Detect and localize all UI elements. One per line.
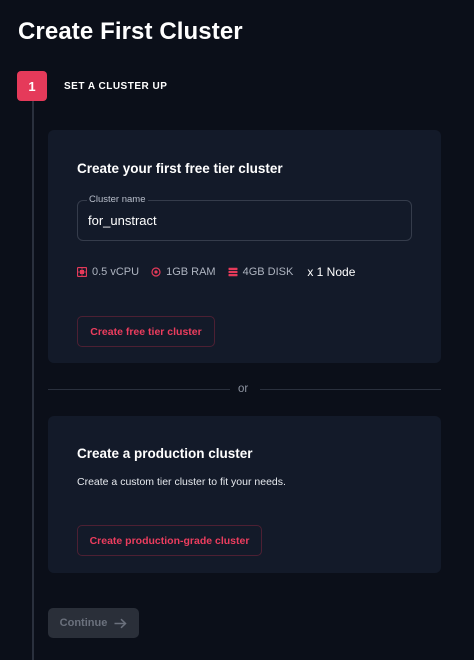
continue-button[interactable]: Continue <box>48 608 139 638</box>
divider-line-left <box>48 389 230 390</box>
step-label: SET A CLUSTER UP <box>64 81 168 92</box>
divider-line-right <box>260 389 441 390</box>
spec-vcpu-label: 0.5 vCPU <box>92 266 140 278</box>
cluster-name-label: Cluster name <box>87 194 148 205</box>
stepper-timeline <box>32 101 34 660</box>
spec-disk: 4GB DISK <box>228 266 294 278</box>
free-tier-title: Create your first free tier cluster <box>77 161 283 176</box>
spec-ram: 1GB RAM <box>151 266 216 278</box>
create-production-button[interactable]: Create production-grade cluster <box>77 525 262 556</box>
free-tier-card: Create your first free tier cluster Clus… <box>48 130 441 363</box>
spec-vcpu: 0.5 vCPU <box>77 266 139 278</box>
spec-disk-label: 4GB DISK <box>242 266 294 278</box>
production-description: Create a custom tier cluster to fit your… <box>77 476 286 488</box>
create-cluster-page: Create First Cluster 1 SET A CLUSTER UP … <box>0 0 474 660</box>
ram-icon <box>151 267 161 277</box>
cluster-specs: 0.5 vCPU 1GB RAM 4GB DISK x 1 Node <box>77 265 355 279</box>
arrow-right-icon <box>114 618 127 629</box>
spec-ram-label: 1GB RAM <box>166 266 216 278</box>
page-title: Create First Cluster <box>18 18 243 45</box>
divider-or: or <box>238 383 249 395</box>
cluster-name-input[interactable] <box>88 213 398 228</box>
production-card: Create a production cluster Create a cus… <box>48 416 441 573</box>
cpu-icon <box>77 267 87 277</box>
production-title: Create a production cluster <box>77 446 253 461</box>
cluster-name-field[interactable]: Cluster name <box>77 194 412 241</box>
create-free-tier-button[interactable]: Create free tier cluster <box>77 316 215 347</box>
disk-icon <box>228 267 238 277</box>
spec-node-count: x 1 Node <box>307 265 356 279</box>
continue-label: Continue <box>59 617 108 629</box>
step-number-badge: 1 <box>17 71 47 101</box>
